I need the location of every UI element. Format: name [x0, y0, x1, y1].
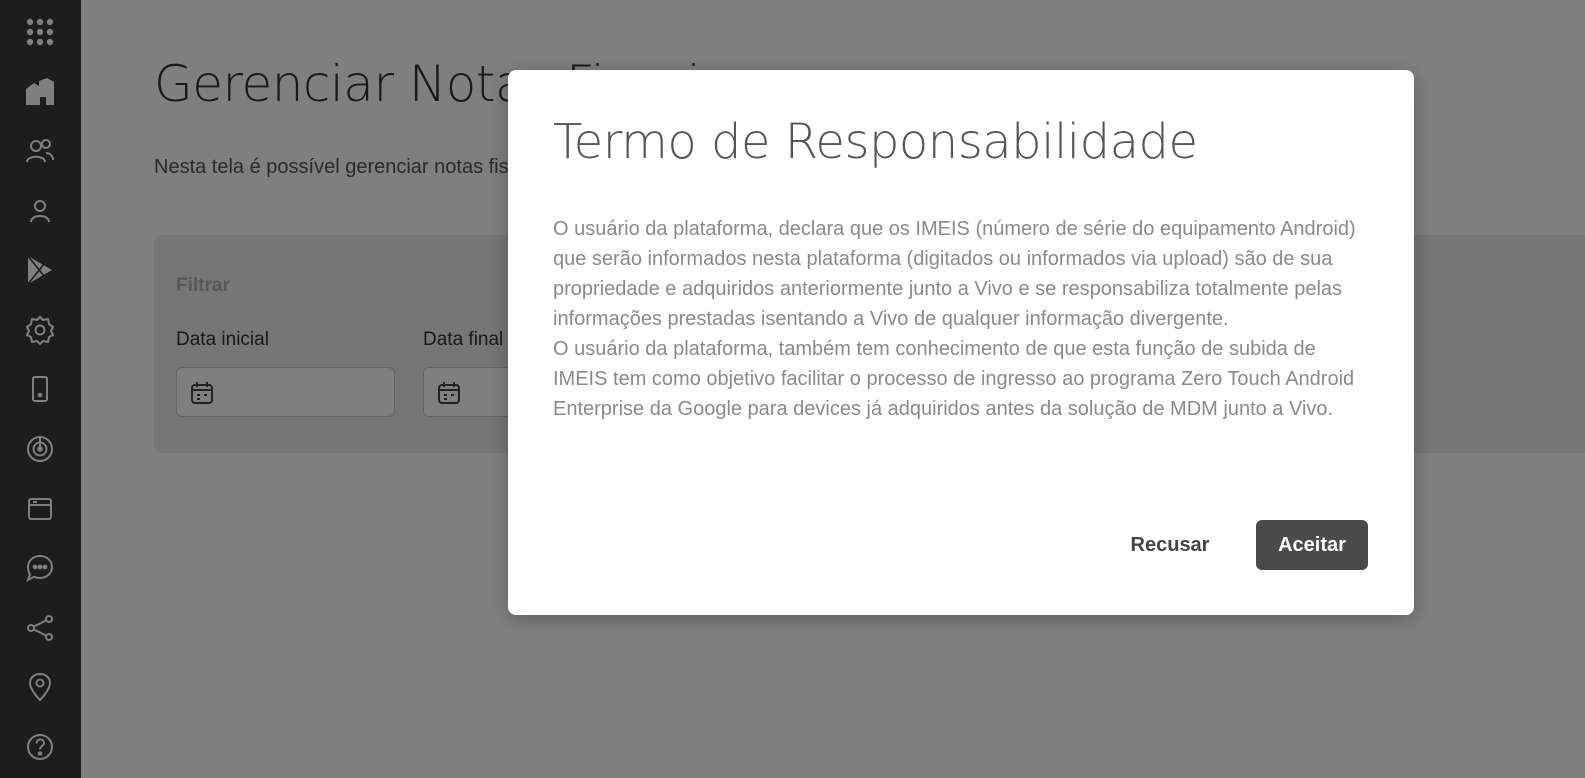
modal-body: O usuário da plataforma, declara que os … — [553, 214, 1373, 424]
decline-button[interactable]: Recusar — [1116, 520, 1224, 570]
terms-paragraph-1: O usuário da plataforma, declara que os … — [553, 218, 1356, 330]
terms-modal: Termo de Responsabilidade O usuário da p… — [508, 70, 1414, 615]
terms-paragraph-2: O usuário da plataforma, também tem conh… — [553, 338, 1355, 420]
accept-button[interactable]: Aceitar — [1256, 520, 1368, 570]
modal-title: Termo de Responsabilidade — [553, 114, 1198, 170]
